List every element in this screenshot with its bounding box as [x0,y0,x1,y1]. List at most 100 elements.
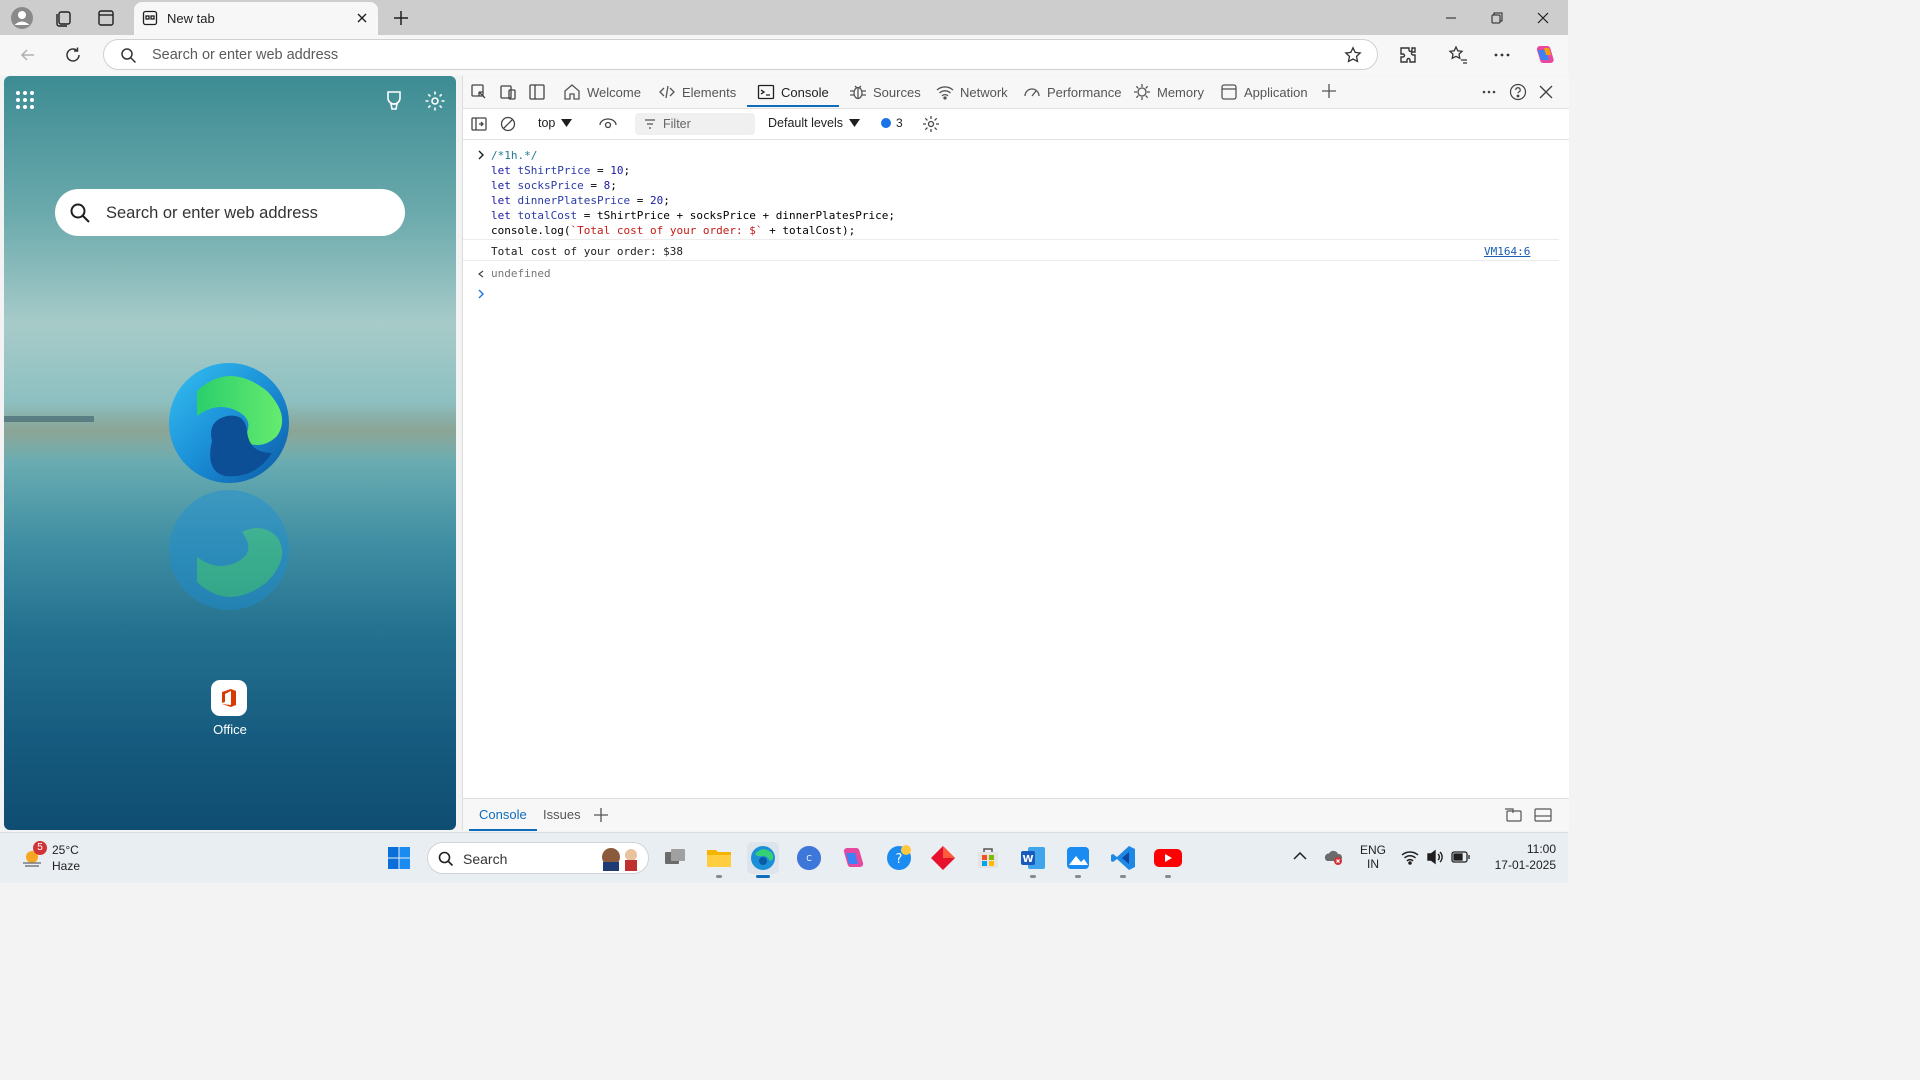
apps-grid-icon[interactable] [15,90,35,110]
code-line: let socksPrice = 8; [491,179,617,192]
get-help-icon[interactable]: ? [883,842,915,874]
youtube-icon[interactable] [1152,842,1184,878]
address-bar[interactable]: Search or enter web address [103,39,1378,70]
tab-console[interactable]: Console [747,76,839,108]
tab-network[interactable]: Network [936,76,1008,108]
show-sidebar-icon[interactable] [471,116,487,132]
drawer-tab-console[interactable]: Console [469,799,537,831]
tab-application[interactable]: Application [1220,76,1308,108]
running-indicator [1075,875,1081,878]
taskbar-search-placeholder: Search [463,851,508,867]
running-indicator [1120,875,1126,878]
close-devtools-icon[interactable] [1538,84,1554,100]
drawer-tab-issues[interactable]: Issues [533,799,591,831]
source-link[interactable]: VM164:6 [1484,245,1530,258]
red-diamond-app-icon[interactable] [927,842,959,874]
clock[interactable]: 11:00 17-01-2025 [1478,842,1556,872]
sidebar-toggle-icon[interactable] [529,84,545,100]
refresh-icon[interactable] [61,43,85,67]
vscode-icon[interactable] [1107,842,1139,878]
battery-icon[interactable] [1451,850,1471,864]
more-options-icon[interactable] [1490,43,1514,67]
edge-logo [167,361,291,485]
edge-logo-reflection [167,488,291,612]
taskbar-search-box[interactable]: Search [427,842,649,874]
volume-icon[interactable] [1426,849,1444,865]
console-filter-input[interactable]: Filter [635,113,755,135]
vertical-tabs-icon[interactable] [94,6,118,30]
console-settings-gear-icon[interactable] [922,115,940,133]
show-hidden-icons-chevron-icon[interactable] [1293,851,1307,861]
newtab-search-box[interactable]: Search or enter web address [55,189,405,236]
search-icon [120,47,137,64]
add-tab-plus-icon[interactable] [1321,83,1337,99]
dock-bottom-icon[interactable] [1534,807,1552,823]
tab-sources[interactable]: Sources [849,76,921,108]
tab-title: New tab [167,11,215,26]
rewards-trophy-icon[interactable] [383,89,405,111]
microsoft-store-icon[interactable] [972,842,1004,874]
tab-welcome[interactable]: Welcome [563,76,641,108]
code-line: console.log(`Total cost of your order: $… [491,224,856,237]
running-indicator [1030,875,1036,878]
divider [463,260,1559,261]
office-shortcut-label[interactable]: Office [200,722,260,737]
restore-button[interactable] [1474,0,1520,35]
wifi-icon[interactable] [1401,849,1419,865]
console-prompt-input[interactable] [491,285,1551,301]
tab-memory[interactable]: Memory [1133,76,1204,108]
copilot-taskbar-icon[interactable] [838,842,870,874]
office-shortcut-icon[interactable] [211,680,247,716]
return-value: undefined [491,267,551,280]
help-icon[interactable] [1509,83,1527,101]
favorites-icon[interactable] [1446,43,1470,67]
return-arrow-icon [477,269,487,279]
browser-tab[interactable]: New tab [134,2,378,35]
minimize-button[interactable] [1428,0,1474,35]
task-view-icon[interactable] [659,842,691,874]
file-explorer-icon[interactable] [703,842,735,878]
search-highlight-image [598,845,642,871]
console-output[interactable]: /*1h.*/ let tShirtPrice = 10; let socksP… [463,140,1569,798]
onedrive-error-icon[interactable] [1324,847,1344,867]
language-indicator[interactable]: ENG IN [1356,843,1390,871]
new-tab-icon[interactable] [389,6,413,30]
back-arrow-icon[interactable] [16,43,40,67]
workspaces-icon[interactable] [51,6,75,30]
context-selector[interactable]: top [538,116,573,130]
tab-console-label: Console [781,84,829,100]
filter-placeholder: Filter [663,117,691,131]
console-toolbar: top Filter Default levels 3 [463,109,1569,140]
drawer-add-plus-icon[interactable] [593,807,609,823]
expand-chevron-icon[interactable] [477,150,485,160]
address-placeholder: Search or enter web address [152,47,339,63]
tab-elements[interactable]: Elements [658,76,736,108]
device-emulation-icon[interactable] [500,84,516,100]
issues-counter[interactable]: 3 [880,116,903,130]
clear-console-icon[interactable] [500,116,516,132]
word-icon[interactable]: W [1017,842,1049,878]
devtools-more-icon[interactable] [1481,84,1497,100]
start-button[interactable] [383,842,415,874]
home-icon [564,84,580,100]
close-window-button[interactable] [1520,0,1566,35]
photos-icon[interactable] [1062,842,1094,878]
new-tab-page: Search or enter web address Office [4,76,456,830]
tab-performance[interactable]: Performance [1023,76,1121,108]
clock-time: 11:00 [1526,842,1556,856]
close-tab-icon[interactable] [354,10,370,26]
quick-view-icon[interactable] [1504,807,1522,823]
profile-icon[interactable] [10,6,34,30]
inspect-element-icon[interactable] [471,84,487,100]
favorite-star-icon[interactable] [1344,46,1362,64]
copilot-icon[interactable] [1533,43,1557,67]
live-expression-eye-icon[interactable] [599,116,617,132]
tab-application-label: Application [1244,84,1308,100]
page-settings-gear-icon[interactable] [424,90,446,112]
edge-taskbar-icon[interactable] [747,842,779,878]
tab-sources-label: Sources [873,84,921,100]
weather-widget[interactable]: 5 25°C Haze [18,841,88,875]
canva-icon[interactable]: C [793,842,825,874]
extensions-icon[interactable] [1396,43,1420,67]
log-levels-dropdown[interactable]: Default levels [768,116,861,130]
